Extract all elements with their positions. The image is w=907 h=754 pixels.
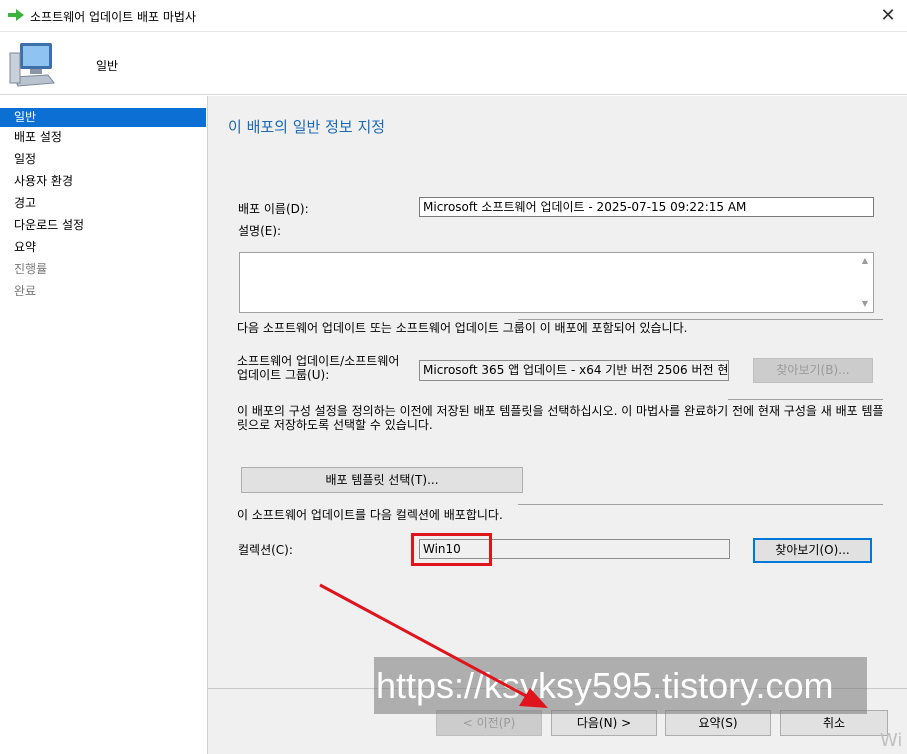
nav-item-download-settings[interactable]: 다운로드 설정 [0,215,206,237]
nav-item-deployment-settings[interactable]: 배포 설정 [0,127,206,149]
description-scrollbar[interactable]: ▲ ▼ [857,253,873,312]
scroll-down-icon[interactable]: ▼ [857,296,873,312]
collection-note: 이 소프트웨어 업데이트를 다음 컬렉션에 배포합니다. [237,508,503,522]
deployment-name-input[interactable]: Microsoft 소프트웨어 업데이트 - 2025-07-15 09:22:… [419,197,874,217]
main-panel: 이 배포의 일반 정보 지정 배포 이름(D): Microsoft 소프트웨어… [207,96,907,754]
windows-activation-text: Wi [880,730,903,751]
nav-item-alerts[interactable]: 경고 [0,193,206,215]
wizard-header: 일반 [0,33,907,95]
wizard-nav: 일반 배포 설정 일정 사용자 환경 경고 다운로드 설정 요약 진행률 완료 [0,108,206,754]
browse-updates-button: 찾아보기(B)... [753,358,873,383]
title-bar: 소프트웨어 업데이트 배포 마법사 ✕ [0,0,907,32]
computer-icon [9,43,55,87]
scroll-up-icon[interactable]: ▲ [857,253,873,269]
page-title: 이 배포의 일반 정보 지정 [228,118,386,136]
nav-item-progress: 진행률 [14,262,48,276]
watermark: https://ksyksy595.tistory.com [374,657,867,714]
nav-item-user-experience[interactable]: 사용자 환경 [0,171,206,193]
browse-collection-button[interactable]: 찾아보기(O)... [753,538,872,563]
nav-item-general[interactable]: 일반 [0,108,206,127]
green-arrow-icon [8,9,24,21]
header-title: 일반 [96,59,119,73]
select-template-button[interactable]: 배포 템플릿 선택(T)... [241,467,523,493]
description-textarea[interactable]: ▲ ▼ [239,252,874,313]
nav-item-completion: 완료 [14,284,37,298]
annotation-highlight-box [411,533,492,566]
description-label: 설명(E): [238,224,282,238]
nav-item-schedule[interactable]: 일정 [0,149,206,171]
update-group-field: Microsoft 365 앱 업데이트 - x64 기반 버전 2506 버전… [419,360,729,381]
updates-note: 다음 소프트웨어 업데이트 또는 소프트웨어 업데이트 그룹이 이 배포에 포함… [237,321,688,335]
collection-label: 컬렉션(C): [238,543,293,557]
deployment-name-label: 배포 이름(D): [238,202,309,216]
nav-item-summary[interactable]: 요약 [0,237,206,259]
separator [518,504,883,505]
separator [728,399,883,400]
close-button[interactable]: ✕ [875,3,901,29]
update-group-label: 소프트웨어 업데이트/소프트웨어 업데이트 그룹(U): [237,354,400,382]
template-note: 이 배포의 구성 설정을 정의하는 이전에 저장된 배포 템플릿을 선택하십시오… [237,404,884,432]
separator [518,319,883,320]
window-title: 소프트웨어 업데이트 배포 마법사 [30,10,197,24]
